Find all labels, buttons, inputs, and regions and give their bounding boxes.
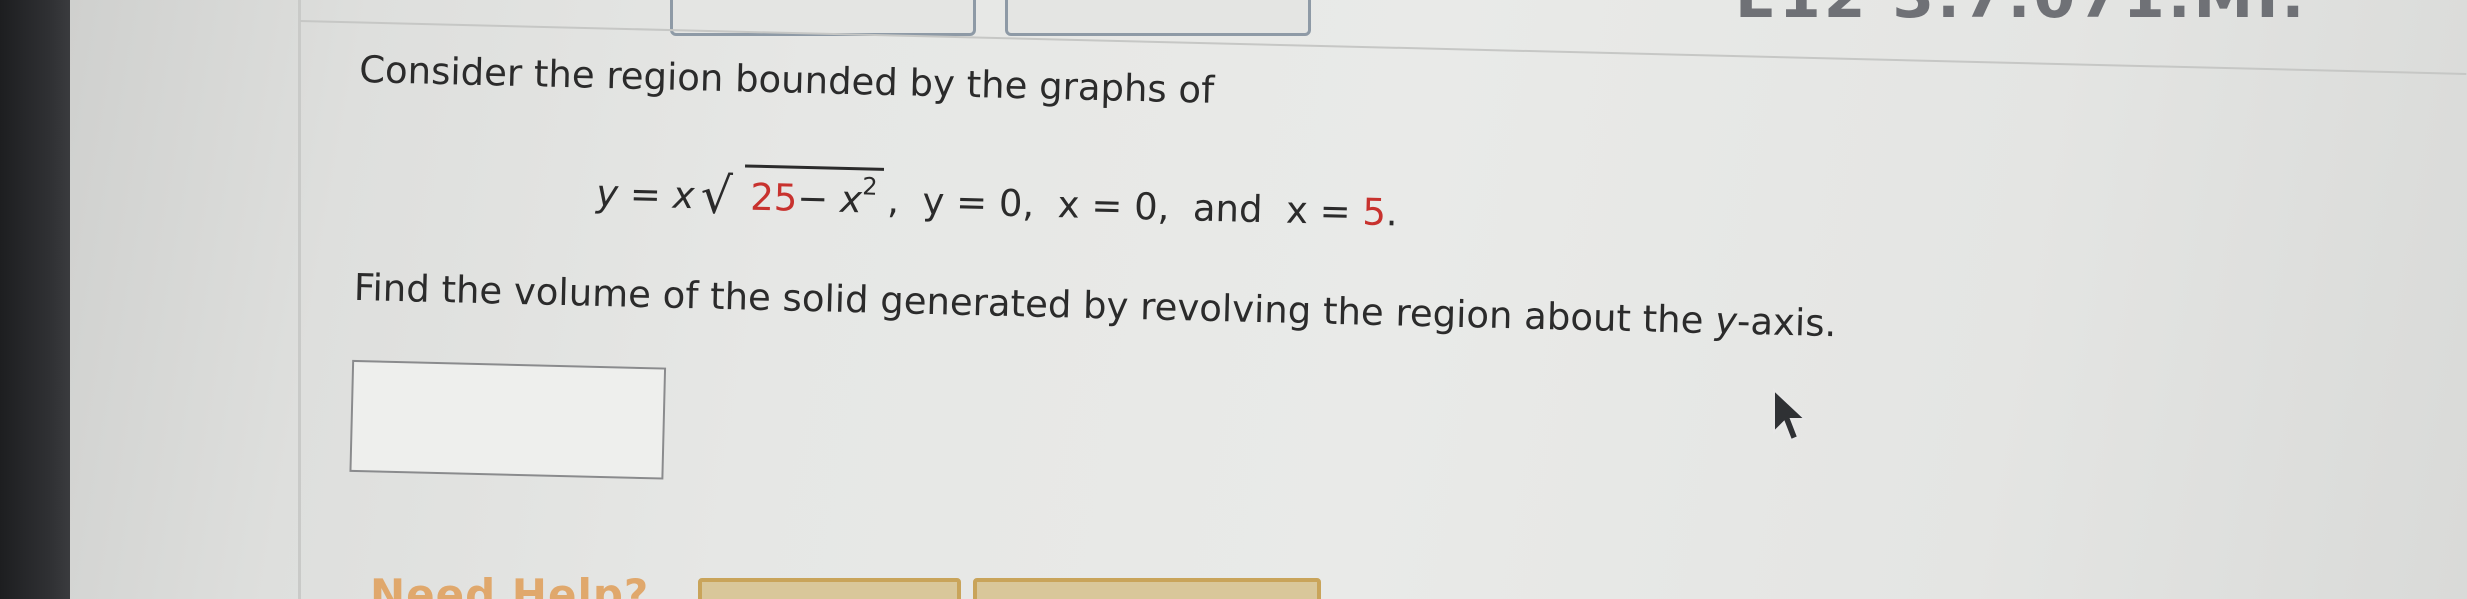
task-text: Find the volume of the solid generated b… bbox=[353, 265, 1716, 343]
problem-intro: Consider the region bounded by the graph… bbox=[358, 47, 1215, 112]
top-button-right[interactable] bbox=[1005, 0, 1311, 36]
problem-equation: y = x √ 25 − x2 , y = 0, x = 0, and x = … bbox=[595, 161, 1399, 235]
radicand-rest: − x bbox=[796, 176, 863, 222]
task-text-end: -axis. bbox=[1736, 299, 1837, 346]
question-panel: Consider the region bounded by the graph… bbox=[349, 40, 2209, 480]
equation-lhs: y = x bbox=[595, 171, 696, 218]
square-root: √ 25 − x2 bbox=[699, 163, 885, 226]
help-read-it-button[interactable] bbox=[698, 578, 961, 599]
need-help-label: Need Help? bbox=[370, 570, 650, 599]
equation-x-value: 5 bbox=[1361, 190, 1387, 235]
help-watch-it-button[interactable] bbox=[973, 578, 1321, 599]
equation-period: . bbox=[1385, 191, 1399, 235]
task-variable: y bbox=[1714, 299, 1738, 343]
sidebar-divider bbox=[298, 0, 301, 599]
equation-conditions: , y = 0, x = 0, and x = bbox=[886, 178, 1363, 234]
radical-sign-icon: √ bbox=[699, 166, 734, 226]
screen: E12 3.7.071.MI. Consider the region boun… bbox=[70, 0, 2467, 599]
mouse-cursor-icon bbox=[1773, 388, 1808, 442]
radicand-exponent: 2 bbox=[861, 172, 878, 201]
radicand: 25 − x2 bbox=[743, 164, 885, 222]
problem-task: Find the volume of the solid generated b… bbox=[353, 266, 1836, 345]
monitor-bezel bbox=[0, 0, 70, 599]
question-id-label: E12 3.7.071.MI. bbox=[1735, 0, 2307, 32]
radicand-number: 25 bbox=[749, 175, 798, 220]
answer-input[interactable] bbox=[349, 359, 667, 480]
